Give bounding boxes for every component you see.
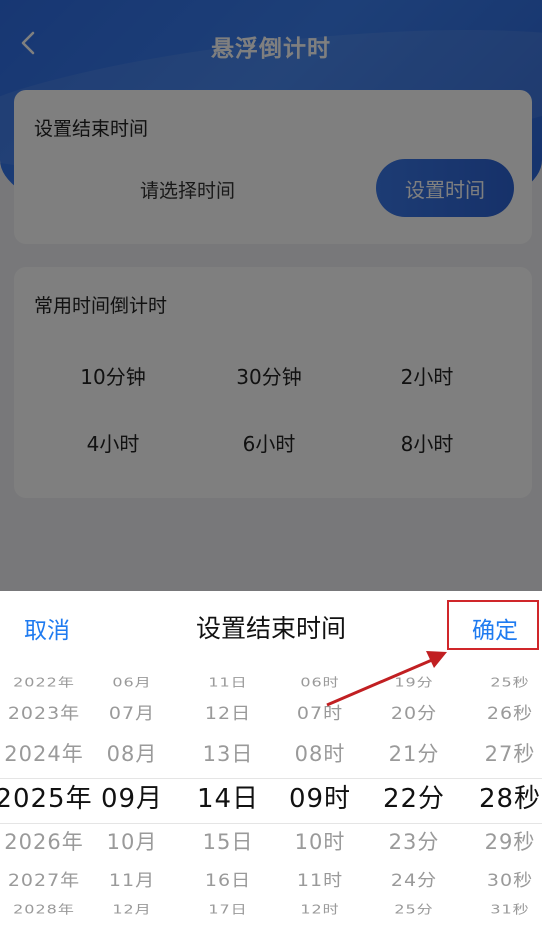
day-wheel[interactable]: 10日11日12日13日14日15日16日17日 (182, 645, 274, 933)
year-option[interactable]: 2027年 (0, 867, 98, 891)
second-option[interactable]: 27秒 (462, 738, 542, 768)
day-option[interactable]: 13日 (182, 738, 274, 768)
second-option[interactable]: 25秒 (462, 672, 542, 690)
minute-option[interactable]: 23分 (368, 826, 460, 856)
minute-option[interactable]: 19分 (368, 672, 460, 690)
day-option[interactable]: 15日 (182, 826, 274, 856)
day-option[interactable]: 11日 (182, 672, 274, 690)
day-option[interactable]: 14日 (182, 778, 274, 815)
year-option[interactable]: 2022年 (0, 672, 98, 690)
time-picker-sheet: 取消 设置结束时间 确定 2021年2022年2023年2024年2025年20… (0, 591, 542, 933)
minute-option[interactable]: 20分 (368, 700, 460, 724)
minute-wheel[interactable]: 18分19分20分21分22分23分24分25分 (368, 645, 460, 933)
month-option[interactable]: 06月 (86, 672, 178, 690)
month-option[interactable]: 10月 (86, 826, 178, 856)
hour-wheel[interactable]: 05时06时07时08时09时10时11时12时 (274, 645, 366, 933)
day-option[interactable]: 17日 (182, 899, 274, 917)
month-option[interactable]: 11月 (86, 867, 178, 891)
hour-option[interactable]: 07时 (274, 700, 366, 724)
minute-option[interactable]: 22分 (368, 778, 460, 815)
minute-option[interactable]: 21分 (368, 738, 460, 768)
hour-option[interactable]: 06时 (274, 672, 366, 690)
day-option[interactable]: 16日 (182, 867, 274, 891)
second-wheel[interactable]: 24秒25秒26秒27秒28秒29秒30秒31秒 (462, 645, 542, 933)
picker-wheels[interactable]: 2021年2022年2023年2024年2025年2026年2027年2028年… (0, 645, 542, 933)
month-option[interactable]: 09月 (86, 778, 178, 815)
month-wheel[interactable]: 05月06月07月08月09月10月11月12月 (86, 645, 178, 933)
year-option[interactable]: 2028年 (0, 899, 98, 917)
hour-option[interactable]: 10时 (274, 826, 366, 856)
month-option[interactable]: 07月 (86, 700, 178, 724)
hour-option[interactable]: 12时 (274, 899, 366, 917)
second-option[interactable]: 26秒 (462, 700, 542, 724)
month-option[interactable]: 08月 (86, 738, 178, 768)
minute-option[interactable]: 24分 (368, 867, 460, 891)
hour-option[interactable]: 08时 (274, 738, 366, 768)
confirm-highlight-box (447, 600, 539, 650)
hour-option[interactable]: 11时 (274, 867, 366, 891)
second-option[interactable]: 28秒 (462, 778, 542, 815)
hour-option[interactable]: 09时 (274, 778, 366, 815)
year-wheel[interactable]: 2021年2022年2023年2024年2025年2026年2027年2028年 (0, 645, 98, 933)
month-option[interactable]: 12月 (86, 899, 178, 917)
year-option[interactable]: 2026年 (0, 826, 98, 856)
second-option[interactable]: 31秒 (462, 899, 542, 917)
picker-header: 取消 设置结束时间 确定 (0, 591, 542, 660)
year-option[interactable]: 2024年 (0, 738, 98, 768)
minute-option[interactable]: 25分 (368, 899, 460, 917)
second-option[interactable]: 29秒 (462, 826, 542, 856)
year-option[interactable]: 2023年 (0, 700, 98, 724)
year-option[interactable]: 2025年 (0, 778, 98, 815)
second-option[interactable]: 30秒 (462, 867, 542, 891)
day-option[interactable]: 12日 (182, 700, 274, 724)
